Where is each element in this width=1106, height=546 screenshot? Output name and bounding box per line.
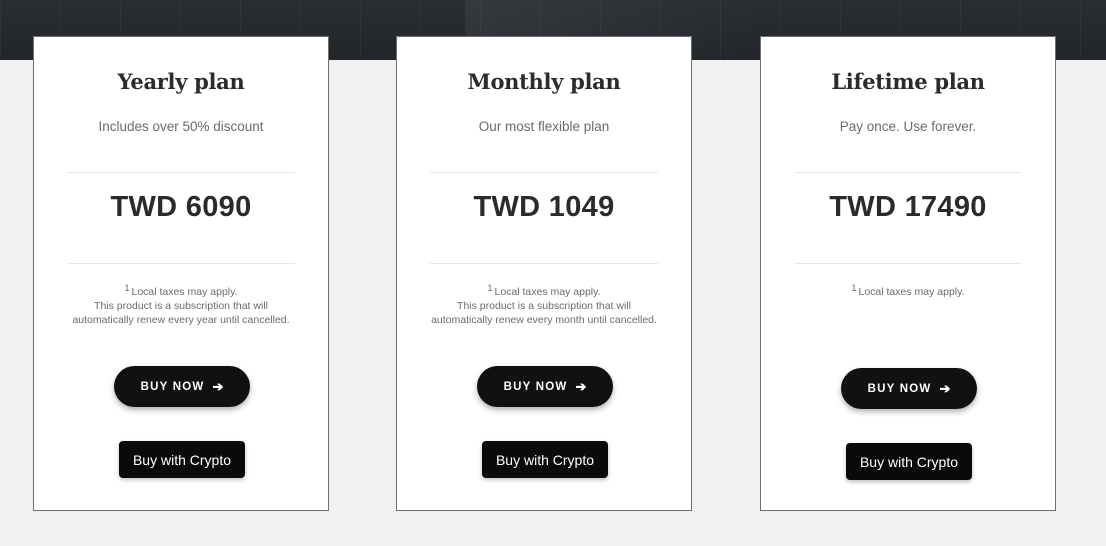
crypto-label: Buy with Crypto [132,451,232,468]
divider [794,263,1022,264]
arrow-right-icon: ➔ [212,378,224,394]
divider [67,263,295,264]
tax-note: 1 Local taxes may apply. [781,283,1035,299]
pricing-card-lifetime: Lifetime plan Pay once. Use forever. TWD… [760,36,1056,511]
tax-note: 1 Local taxes may apply. [54,283,308,299]
crypto-label: Buy with Crypto [859,453,959,470]
divider [430,172,658,173]
buy-now-label: BUY NOW [503,380,568,393]
buy-now-label: BUY NOW [867,382,932,395]
divider [794,172,1022,173]
plan-subtitle: Pay once. Use forever. [839,119,977,134]
pricing-card-monthly: Monthly plan Our most flexible plan TWD … [396,36,692,511]
plan-title: Yearly plan [117,69,245,94]
buy-with-crypto-button[interactable]: Buy with Crypto [846,443,972,480]
footnote-marker: 1 [124,283,130,293]
plan-price: TWD 6090 [110,191,252,223]
tax-note: 1 Local taxes may apply. [417,283,671,299]
plan-title: Lifetime plan [831,69,985,94]
footnote-marker: 1 [851,283,857,293]
plan-title: Monthly plan [467,69,621,94]
tax-note-text: Local taxes may apply. [131,286,238,298]
plan-subtitle: Our most flexible plan [478,119,610,134]
plan-notes: 1 Local taxes may apply. [781,283,1035,299]
plan-notes: 1 Local taxes may apply. This product is … [54,283,308,327]
arrow-right-icon: ➔ [939,380,951,396]
buy-now-button[interactable]: BUY NOW ➔ [841,368,977,409]
plan-price: TWD 1049 [473,191,615,223]
buy-now-label: BUY NOW [140,380,205,393]
subscription-note-line: automatically renew every year until can… [72,314,290,326]
buy-now-button[interactable]: BUY NOW ➔ [114,366,250,407]
footnote-marker: 1 [487,283,493,293]
subscription-note-line: automatically renew every month until ca… [431,314,657,326]
subscription-note-line: This product is a subscription that will [94,300,268,312]
pricing-card-yearly: Yearly plan Includes over 50% discount T… [33,36,329,511]
plan-notes: 1 Local taxes may apply. This product is … [417,283,671,327]
divider [67,172,295,173]
subscription-note-line: This product is a subscription that will [457,300,631,312]
tax-note-text: Local taxes may apply. [858,286,965,298]
buy-with-crypto-button[interactable]: Buy with Crypto [119,441,245,478]
plan-price: TWD 17490 [829,191,987,223]
buy-with-crypto-button[interactable]: Buy with Crypto [482,441,608,478]
divider [430,263,658,264]
arrow-right-icon: ➔ [575,378,587,394]
tax-note-text: Local taxes may apply. [494,286,601,298]
buy-now-button[interactable]: BUY NOW ➔ [477,366,613,407]
plan-subtitle: Includes over 50% discount [98,119,264,134]
crypto-label: Buy with Crypto [495,451,595,468]
